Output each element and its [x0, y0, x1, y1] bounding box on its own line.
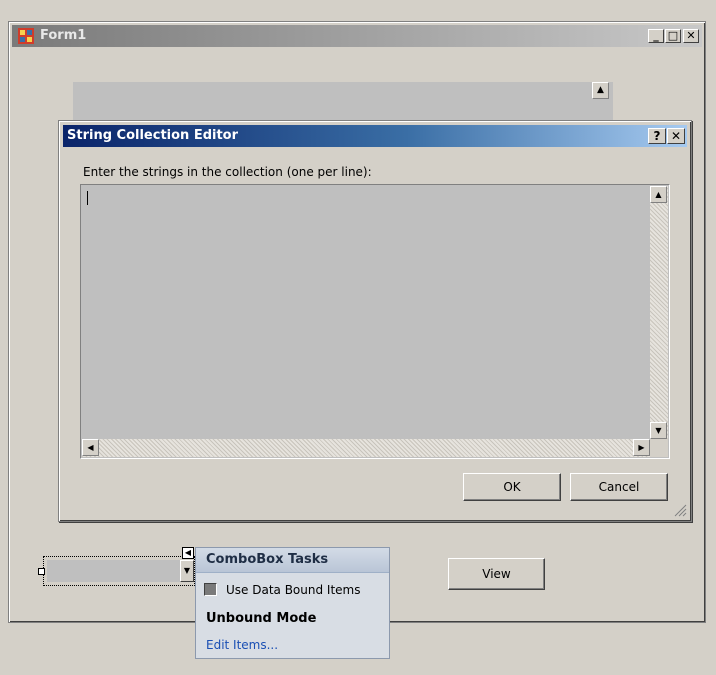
background-listbox[interactable]	[73, 82, 613, 122]
strings-textarea[interactable]: ▲ ▼ ◀ ▶	[80, 184, 670, 459]
edit-items-link[interactable]: Edit Items...	[206, 638, 278, 652]
app-icon	[18, 28, 34, 44]
minimize-button[interactable]: _	[648, 29, 664, 43]
smart-tag-button[interactable]: ◀	[182, 547, 194, 559]
horizontal-scrollbar[interactable]: ◀ ▶	[82, 439, 650, 457]
string-collection-editor: String Collection Editor ? ✕ Enter the s…	[58, 120, 692, 522]
dialog-titlebar[interactable]: String Collection Editor ? ✕	[63, 125, 687, 147]
listbox-scroll-up-icon[interactable]: ▲	[592, 82, 609, 99]
tasks-title: ComboBox Tasks	[206, 552, 329, 567]
cancel-button[interactable]: Cancel	[570, 473, 668, 501]
scroll-right-icon[interactable]: ▶	[633, 439, 650, 456]
view-button[interactable]: View	[448, 558, 545, 590]
instruction-label: Enter the strings in the collection (one…	[83, 165, 372, 179]
selection-handle[interactable]	[38, 568, 45, 575]
close-button[interactable]: ✕	[683, 29, 699, 43]
combobox-dropdown-icon[interactable]: ▼	[180, 560, 194, 582]
dialog-title: String Collection Editor	[67, 128, 239, 143]
scroll-down-icon[interactable]: ▼	[650, 422, 667, 439]
vertical-scrollbar[interactable]: ▲ ▼	[650, 186, 668, 439]
combobox-selection[interactable]: ▼	[43, 556, 195, 586]
left-arrow-icon: ◀	[184, 548, 192, 557]
combobox-tasks-panel: ComboBox Tasks Use Data Bound Items Unbo…	[195, 547, 390, 659]
tasks-header: ComboBox Tasks	[196, 548, 389, 573]
scroll-left-icon[interactable]: ◀	[82, 439, 99, 456]
use-data-bound-label[interactable]: Use Data Bound Items	[226, 583, 360, 597]
form1-titlebar[interactable]: Form1 _ □ ✕	[12, 25, 702, 47]
scroll-up-icon[interactable]: ▲	[650, 186, 667, 203]
mode-heading: Unbound Mode	[206, 611, 317, 626]
dialog-close-button[interactable]: ✕	[667, 128, 685, 144]
form1-title: Form1	[40, 28, 87, 43]
resize-grip-icon[interactable]	[673, 503, 687, 517]
scrollbar-corner	[650, 439, 668, 457]
help-button[interactable]: ?	[648, 128, 666, 144]
text-caret	[87, 191, 88, 205]
ok-button[interactable]: OK	[463, 473, 561, 501]
combobox-input[interactable]	[47, 560, 180, 582]
use-data-bound-checkbox[interactable]	[204, 583, 217, 596]
maximize-button[interactable]: □	[665, 29, 681, 43]
